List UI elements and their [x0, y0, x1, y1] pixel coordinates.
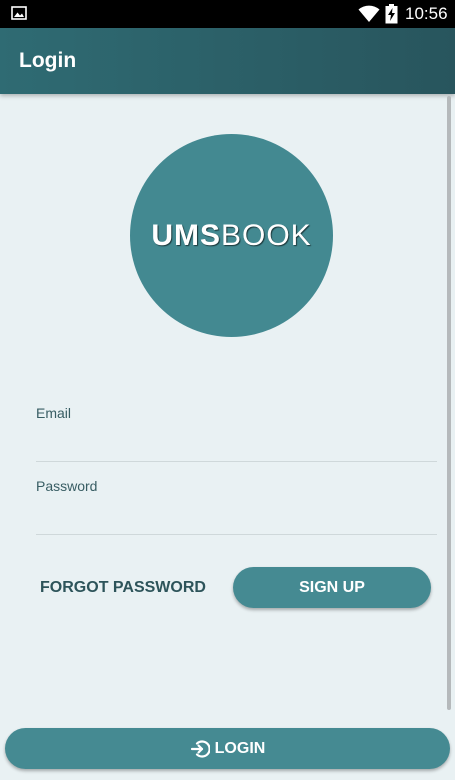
email-input[interactable] — [36, 427, 437, 462]
app-bar: Login — [0, 28, 455, 94]
status-time: 10:56 — [405, 4, 448, 23]
login-button-label: LOGIN — [214, 739, 266, 757]
password-field-group: Password — [36, 478, 437, 535]
wifi-icon — [358, 5, 380, 28]
battery-charging-icon — [385, 4, 398, 29]
password-input[interactable] — [36, 500, 437, 535]
scrollbar[interactable] — [447, 96, 451, 710]
logo-text-light: BOOK — [220, 218, 312, 252]
email-label: Email — [36, 405, 72, 421]
login-arrow-icon — [190, 739, 211, 759]
logo-text-bold: UMS — [151, 218, 221, 252]
umsbook-logo: UMSBOOK — [130, 134, 333, 337]
email-field-group: Email — [36, 405, 437, 462]
status-bar: 10:56 — [0, 0, 455, 28]
gallery-icon — [11, 6, 27, 25]
page-title: Login — [19, 49, 77, 72]
password-label: Password — [36, 478, 98, 494]
logo-text: UMSBOOK — [151, 219, 311, 253]
login-button[interactable]: LOGIN — [5, 728, 450, 769]
sign-up-button[interactable]: SIGN UP — [233, 567, 431, 608]
login-screen: 10:56 Login UMSBOOK Email Password FORGO… — [0, 0, 455, 780]
forgot-password-button[interactable]: FORGOT PASSWORD — [40, 570, 206, 606]
